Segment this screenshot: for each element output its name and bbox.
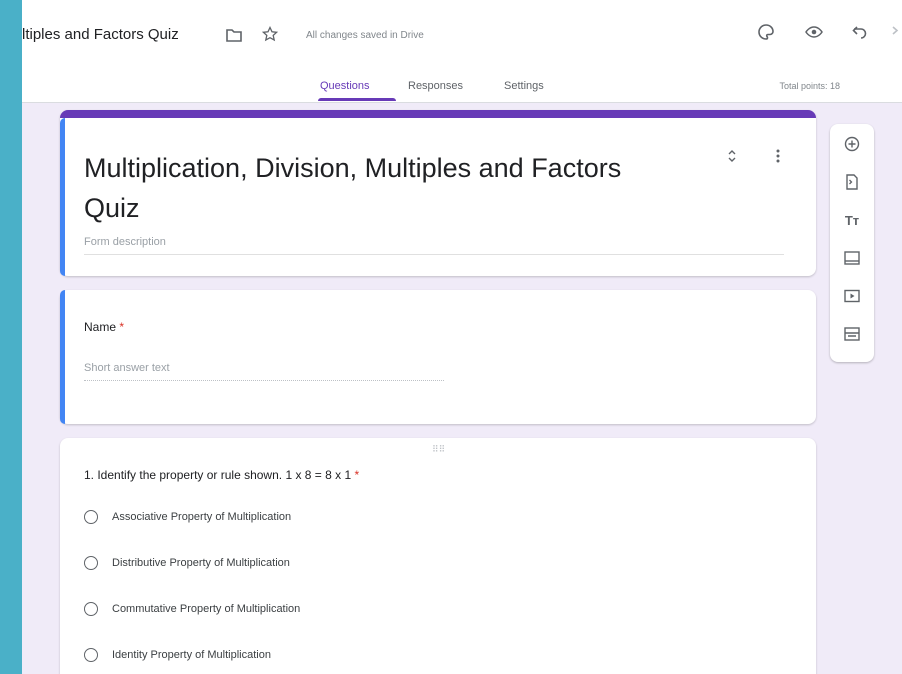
form-title-card[interactable]: Multiplication, Division, Multiples and …	[60, 110, 816, 276]
form-description-field[interactable]: Form description	[84, 236, 784, 255]
option-label: Distributive Property of Multiplication	[112, 557, 290, 569]
short-answer-field[interactable]: Short answer text	[84, 362, 444, 381]
collapse-icon[interactable]	[724, 146, 740, 166]
option-label: Identity Property of Multiplication	[112, 649, 271, 661]
drag-handle-icon[interactable]: ⠿⠿	[432, 444, 445, 455]
tab-questions[interactable]: Questions	[320, 80, 370, 92]
tab-settings[interactable]: Settings	[504, 80, 544, 92]
preview-eye-icon[interactable]	[802, 20, 826, 44]
add-title-icon[interactable]: Tт	[838, 206, 866, 234]
option-item[interactable]: Commutative Property of Multiplication	[84, 602, 300, 616]
question-toolbar: Tт	[830, 124, 874, 362]
focus-accent-bar	[60, 290, 65, 424]
add-image-icon[interactable]	[838, 244, 866, 272]
question-text: 1. Identify the property or rule shown. …	[84, 468, 352, 482]
add-section-icon[interactable]	[838, 320, 866, 348]
option-label: Commutative Property of Multiplication	[112, 603, 301, 615]
radio-button[interactable]	[84, 556, 98, 570]
question-text: Name	[84, 320, 117, 334]
radio-button[interactable]	[84, 510, 98, 524]
undo-icon[interactable]	[848, 20, 872, 44]
folder-icon[interactable]	[224, 26, 244, 44]
form-title[interactable]: Multiplication, Division, Multiples and …	[84, 148, 644, 228]
tab-responses[interactable]: Responses	[408, 80, 463, 92]
redo-icon[interactable]	[890, 20, 902, 44]
star-icon[interactable]	[260, 24, 280, 44]
active-tab-indicator	[318, 98, 396, 101]
top-bar: ltiples and Factors Quiz All changes sav…	[22, 0, 902, 103]
more-vert-icon[interactable]	[770, 146, 786, 166]
document-title[interactable]: ltiples and Factors Quiz	[22, 26, 179, 43]
add-question-icon[interactable]	[838, 130, 866, 158]
question-label: 1. Identify the property or rule shown. …	[84, 468, 359, 482]
forms-app: ltiples and Factors Quiz All changes sav…	[22, 0, 902, 674]
option-label: Associative Property of Multiplication	[112, 511, 292, 523]
question-label: Name *	[84, 320, 124, 334]
option-item[interactable]: Distributive Property of Multiplication	[84, 556, 290, 570]
tab-bar: Questions Responses Settings	[22, 80, 902, 102]
required-asterisk: *	[354, 468, 360, 482]
radio-button[interactable]	[84, 602, 98, 616]
option-item[interactable]: Identity Property of Multiplication	[84, 648, 271, 662]
question-card[interactable]: ⠿⠿ 1. Identify the property or rule show…	[60, 438, 816, 674]
option-item[interactable]: Associative Property of Multiplication	[84, 510, 291, 524]
name-question-card[interactable]: Name * Short answer text	[60, 290, 816, 424]
focus-accent-bar	[60, 118, 65, 276]
save-status: All changes saved in Drive	[306, 30, 424, 41]
radio-button[interactable]	[84, 648, 98, 662]
palette-icon[interactable]	[754, 20, 778, 44]
required-asterisk: *	[119, 320, 125, 334]
total-points: Total points: 18	[779, 81, 840, 91]
add-video-icon[interactable]	[838, 282, 866, 310]
import-questions-icon[interactable]	[838, 168, 866, 196]
